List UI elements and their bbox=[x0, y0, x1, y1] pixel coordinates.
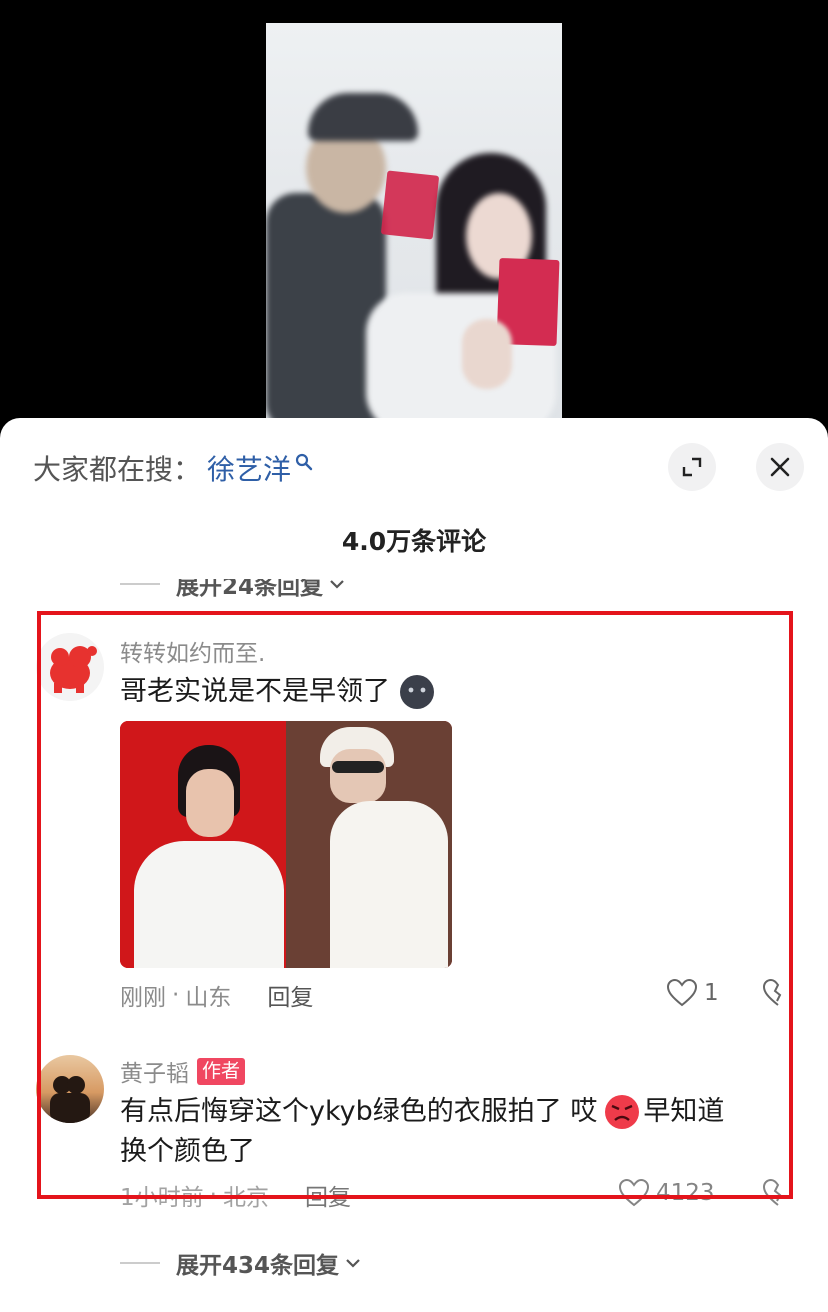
reply-button[interactable]: 回复 bbox=[267, 978, 313, 1012]
comment-username-row: 黄子韬 作者 bbox=[120, 1054, 246, 1088]
expand-replies[interactable]: 展开434条回复 bbox=[120, 1248, 361, 1279]
close-button[interactable] bbox=[756, 443, 804, 491]
comment-text-line1: 有点后悔穿这个ykyb绿色的衣服拍了 哎 早知道 bbox=[120, 1092, 724, 1132]
like-button[interactable]: 1 bbox=[666, 978, 719, 1008]
meta-dot: · bbox=[172, 982, 180, 1008]
divider-line bbox=[120, 583, 160, 585]
comment-meta: 刚刚 · 山东 回复 bbox=[120, 978, 313, 1012]
heart-icon bbox=[618, 1178, 650, 1207]
avatar[interactable] bbox=[36, 633, 104, 701]
chevron-down-icon bbox=[330, 580, 344, 589]
comment-location: 北京 bbox=[222, 1185, 269, 1211]
expand-icon bbox=[682, 457, 702, 477]
comment-username[interactable]: 黄子韬 bbox=[120, 1054, 189, 1088]
comment-username[interactable]: 转转如约而至. bbox=[120, 634, 265, 668]
comment-location: 山东 bbox=[185, 985, 232, 1011]
broken-heart-icon bbox=[762, 978, 782, 1006]
search-icon bbox=[295, 453, 313, 471]
image-right-panel bbox=[286, 721, 452, 968]
avatar[interactable] bbox=[36, 1055, 104, 1123]
comment-text-row: 哥老实说是不是早领了 bbox=[120, 672, 436, 712]
comment-count-title: 4.0万条评论 bbox=[341, 527, 487, 556]
broken-heart-icon bbox=[762, 1178, 782, 1206]
emoji-icon bbox=[400, 675, 434, 709]
comment-meta: 1小时前 · 北京 回复 bbox=[120, 1178, 351, 1212]
comment-sheet: 大家都在搜： 徐艺洋 4.0万条评论 展开24条回复 转转如约而至. 哥老实说是… bbox=[0, 418, 828, 1312]
divider-line bbox=[120, 1262, 160, 1264]
marriage-certificate-left bbox=[380, 170, 440, 240]
comment-image[interactable] bbox=[120, 721, 452, 968]
dislike-button[interactable] bbox=[762, 978, 794, 1012]
comment-text: 有点后悔穿这个ykyb绿色的衣服拍了 哎 bbox=[120, 1096, 598, 1127]
previous-expand-label: 展开24条回复 bbox=[176, 574, 324, 600]
like-count: 1 bbox=[704, 980, 719, 1006]
comment-time: 刚刚 bbox=[120, 985, 166, 1011]
meta-dot: · bbox=[209, 1182, 217, 1208]
expand-replies-label: 展开434条回复 bbox=[176, 1253, 340, 1279]
close-icon bbox=[770, 457, 790, 477]
comment-text-line2: 换个颜色了 bbox=[120, 1136, 255, 1167]
author-badge: 作者 bbox=[197, 1057, 246, 1085]
chevron-down-icon bbox=[346, 1259, 360, 1268]
like-count: 4123 bbox=[656, 1180, 715, 1206]
heart-icon bbox=[666, 978, 698, 1007]
search-term-link[interactable]: 徐艺洋 bbox=[207, 448, 291, 488]
couple-silhouette-icon bbox=[50, 1076, 90, 1123]
photo-man-cap bbox=[308, 93, 418, 141]
search-prefix: 大家都在搜： bbox=[33, 453, 202, 486]
comment-time: 1小时前 bbox=[120, 1185, 204, 1211]
video-area[interactable] bbox=[0, 0, 828, 430]
dislike-button[interactable] bbox=[762, 1178, 794, 1212]
angry-emoji-icon bbox=[605, 1095, 640, 1129]
reply-button[interactable]: 回复 bbox=[305, 1178, 351, 1212]
photo-hand bbox=[462, 319, 512, 389]
search-suggestion[interactable]: 大家都在搜： 徐艺洋 bbox=[33, 448, 314, 488]
previous-expand-replies[interactable]: 展开24条回复 bbox=[120, 574, 345, 600]
comment-text: 哥老实说是不是早领了 bbox=[120, 676, 390, 707]
image-left-panel bbox=[120, 721, 286, 968]
video-frame[interactable] bbox=[266, 23, 562, 423]
red-cartoon-avatar-icon bbox=[50, 646, 97, 693]
comment-text-tail: 早知道 bbox=[643, 1096, 725, 1127]
expand-button[interactable] bbox=[668, 443, 716, 491]
like-button[interactable]: 4123 bbox=[618, 1178, 715, 1208]
